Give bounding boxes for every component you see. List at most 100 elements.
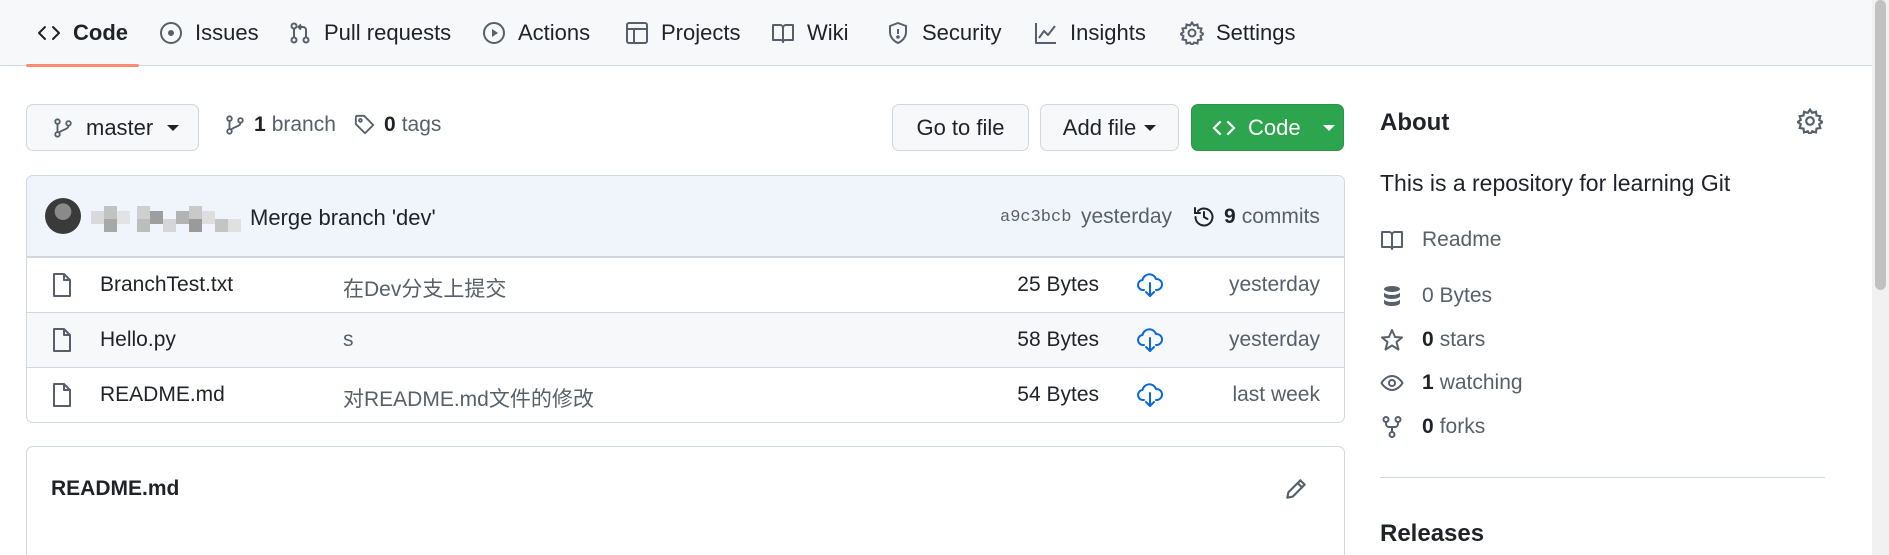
branch-count: 1 [254,113,266,136]
forks-link[interactable]: 0 forks [1380,415,1485,439]
gear-icon[interactable] [1797,108,1823,134]
code-icon [1212,120,1236,135]
file-commit-message[interactable]: s [343,328,354,352]
commit-time: yesterday [1081,205,1173,228]
cloud-download-icon[interactable] [1137,382,1163,408]
tab-security[interactable]: Security [886,0,1001,66]
file-name[interactable]: README.md [100,383,225,407]
book-icon [772,24,794,43]
commit-count: 9 [1224,205,1236,228]
chevron-down-icon [1322,124,1335,131]
cloud-download-icon[interactable] [1137,327,1163,353]
issue-circle-icon [160,22,182,44]
chevron-down-icon [167,124,180,131]
file-age: yesterday [1228,328,1320,351]
tab-label: Actions [518,20,591,45]
avatar[interactable] [45,198,81,234]
repo-size: 0 Bytes [1380,284,1492,308]
forks-count: 0 [1422,415,1434,438]
graph-icon [1035,23,1056,44]
file-row[interactable]: Hello.py s 58 Bytes yesterday [27,312,1344,367]
branches-link[interactable]: 1 branch [224,113,336,137]
tab-label: Projects [661,20,741,45]
repo-size-label: 0 Bytes [1422,284,1493,307]
eye-icon [1380,374,1404,392]
stars-label: stars [1439,328,1486,351]
shield-icon [889,22,907,44]
file-browser: Merge branch 'dev' a9c3bcb yesterday 9 c… [26,175,1345,423]
file-size: 58 Bytes [1017,328,1099,351]
file-size: 54 Bytes [1017,383,1099,406]
file-icon [53,328,71,352]
commit-message[interactable]: Merge branch 'dev' [250,205,436,231]
chevron-down-icon [1144,124,1157,131]
branch-name: master [86,114,154,140]
stars-count: 0 [1422,328,1434,351]
file-commit-message[interactable]: 在Dev分支上提交 [343,273,506,303]
watching-label: watching [1439,371,1523,394]
readme-link-label: Readme [1422,228,1502,251]
tab-actions[interactable]: Actions [482,0,590,66]
file-commit-message[interactable]: 对README.md文件的修改 [343,383,594,413]
book-icon [1381,231,1403,250]
scrollbar-thumb[interactable] [1875,0,1886,290]
fork-icon [1382,416,1402,438]
forks-label: forks [1439,415,1486,438]
add-file-label: Add file [1062,114,1137,140]
tab-label: Pull requests [324,20,452,45]
code-button-label: Code [1248,114,1301,140]
commit-sha[interactable]: a9c3bcb [1000,208,1071,227]
tab-pull-requests[interactable]: Pull requests [288,0,451,66]
cloud-download-icon[interactable] [1137,272,1163,298]
branch-label: branch [271,113,336,136]
tag-label: tags [401,113,442,136]
sidebar-divider [1380,477,1825,478]
play-icon [483,22,505,44]
git-branch-icon [54,117,72,138]
tab-insights[interactable]: Insights [1034,0,1146,66]
tab-label: Wiki [807,20,849,45]
tag-icon [354,114,375,135]
tab-code[interactable]: Code [26,0,139,67]
tab-wiki[interactable]: Wiki [771,0,849,66]
tab-settings[interactable]: Settings [1180,0,1296,66]
table-icon [626,22,648,44]
add-file-button[interactable]: Add file [1040,104,1179,151]
page-scrollbar[interactable] [1872,0,1889,555]
tab-issues[interactable]: Issues [159,0,259,66]
commit-count-label: commits [1241,205,1320,228]
readme-title: README.md [51,477,180,500]
repo-description: This is a repository for learning Git [1380,170,1731,196]
branch-select-button[interactable]: master [26,104,199,151]
go-to-file-label: Go to file [916,114,1005,140]
history-icon [1194,207,1214,227]
author-name-redacted[interactable] [91,201,246,232]
stars-link[interactable]: 0 stars [1380,328,1485,352]
file-age: last week [1232,383,1320,406]
file-icon [53,273,71,297]
go-to-file-button[interactable]: Go to file [892,104,1029,151]
tab-label: Issues [195,20,259,45]
releases-title[interactable]: Releases [1380,520,1484,548]
code-dropdown-button[interactable]: Code [1191,104,1344,151]
watching-link[interactable]: 1 watching [1380,371,1523,395]
tab-label: Code [73,20,128,45]
tab-projects[interactable]: Projects [625,0,740,66]
gear-icon [1180,21,1204,45]
latest-commit-bar: Merge branch 'dev' a9c3bcb yesterday 9 c… [27,176,1344,257]
code-icon [38,26,60,40]
database-icon [1384,286,1400,306]
about-title: About [1380,109,1450,136]
readme-link[interactable]: Readme [1380,228,1501,252]
file-row[interactable]: BranchTest.txt 在Dev分支上提交 25 Bytes yester… [27,257,1344,312]
pencil-icon[interactable] [1283,476,1309,502]
readme-panel: README.md [26,446,1345,555]
repo-nav: Code Issues Pull requests Actions Projec… [0,0,1872,67]
file-name[interactable]: Hello.py [100,328,176,352]
file-name[interactable]: BranchTest.txt [100,273,233,297]
commits-history-link[interactable]: 9 commits [1192,205,1320,229]
git-branch-icon [226,115,244,135]
file-row[interactable]: README.md 对README.md文件的修改 54 Bytes last … [27,367,1344,422]
tags-link[interactable]: 0 tags [354,113,441,137]
file-icon [53,383,71,407]
